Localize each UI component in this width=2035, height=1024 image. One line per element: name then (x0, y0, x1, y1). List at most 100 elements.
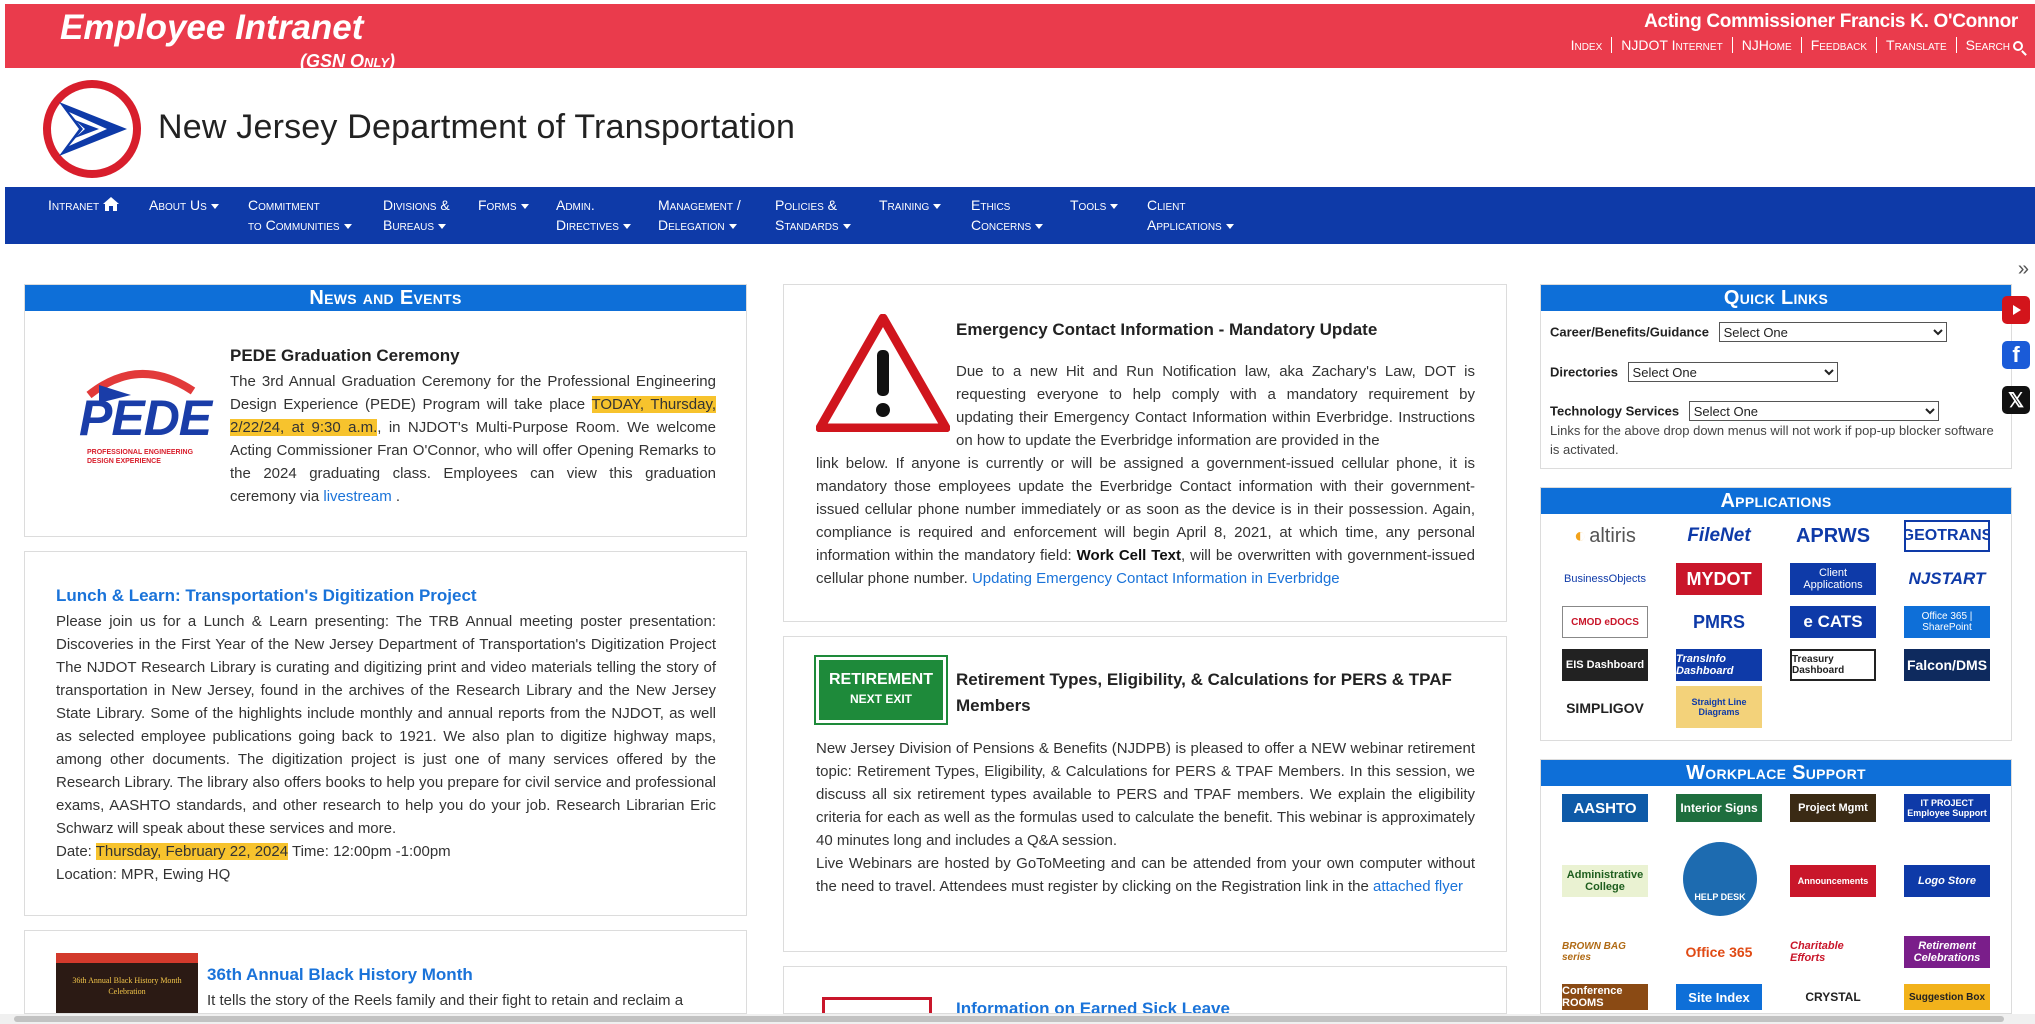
quick-links-panel: Quick Links Career/Benefits/Guidance Sel… (1540, 284, 2012, 469)
njhome-link[interactable]: NJHome (1733, 37, 1802, 53)
attached-flyer-link[interactable]: attached flyer (1373, 878, 1463, 895)
news-events-panel: News and Events PEDE PROFESSIONAL ENGINE… (24, 284, 747, 537)
index-link[interactable]: Index (1562, 37, 1613, 53)
nav-client-applications[interactable]: Client Applications (1147, 195, 1234, 235)
app-altiris[interactable]: ◐ altiris (1562, 520, 1648, 552)
sick-leave-title[interactable]: Information on Earned Sick Leave (956, 999, 1230, 1013)
tech-services-label: Technology Services (1550, 403, 1680, 419)
app-office365-sharepoint[interactable]: Office 365 | SharePoint (1904, 606, 1990, 638)
tech-services-row: Technology Services Select One (1550, 401, 1939, 421)
nav-commitment[interactable]: Commitment to Communities (248, 195, 352, 235)
ws-project-mgmt[interactable]: Project Mgmt (1790, 794, 1876, 822)
ws-administrative-college[interactable]: Administrative College (1562, 865, 1648, 897)
facebook-icon[interactable]: f (2002, 341, 2030, 369)
app-treasury-dashboard[interactable]: Treasury Dashboard (1790, 649, 1876, 681)
app-ecats[interactable]: e CATS (1790, 606, 1876, 638)
nav-about-us[interactable]: About Us (149, 195, 219, 215)
app-client-applications[interactable]: Client Applications (1790, 563, 1876, 595)
app-falcon-dms[interactable]: Falcon/DMS (1904, 649, 1990, 681)
nav-admin-directives[interactable]: Admin. Directives (556, 195, 631, 235)
pede-logo[interactable]: PEDE PROFESSIONAL ENGINEERING DESIGN EXP… (69, 355, 212, 470)
emergency-body: link below. If anyone is currently or wi… (816, 455, 1475, 587)
njdot-seal-logo[interactable] (43, 80, 141, 178)
scrollbar-thumb[interactable] (14, 1016, 2004, 1022)
black-history-title[interactable]: 36th Annual Black History Month (207, 965, 473, 985)
everbridge-link[interactable]: Updating Emergency Contact Information i… (972, 570, 1340, 587)
ws-charitable-efforts[interactable]: Charitable Efforts (1790, 936, 1876, 968)
intranet-brand[interactable]: Employee Intranet (60, 8, 363, 48)
ws-site-index[interactable]: Site Index (1676, 984, 1762, 1010)
applications-heading: Applications (1541, 488, 2011, 514)
chevron-down-icon (1035, 223, 1044, 229)
nav-divisions[interactable]: Divisions & Bureaus (383, 195, 450, 235)
career-select[interactable]: Select One (1718, 322, 1947, 342)
ws-office-365[interactable]: Office 365 (1676, 936, 1762, 968)
livestream-link[interactable]: livestream (323, 488, 391, 505)
njdot-internet-link[interactable]: NJDOT Internet (1612, 37, 1733, 53)
earned-sick-leave-panel: Information on Earned Sick Leave (783, 966, 1507, 1014)
app-aprws[interactable]: APRWS (1790, 520, 1876, 552)
app-njstart[interactable]: NJSTART (1904, 563, 1990, 595)
lunch-learn-body: Please join us for a Lunch & Learn prese… (56, 613, 716, 883)
nav-forms[interactable]: Forms (478, 195, 529, 215)
pede-title: PEDE Graduation Ceremony (230, 346, 460, 365)
chevron-down-icon (622, 223, 631, 229)
search-link[interactable]: Search (1957, 37, 2023, 53)
feedback-link[interactable]: Feedback (1802, 37, 1878, 53)
nav-policies-standards[interactable]: Policies & Standards (775, 195, 851, 235)
career-label: Career/Benefits/Guidance (1550, 324, 1709, 340)
nav-tools[interactable]: Tools (1070, 195, 1119, 215)
app-eis-dashboard[interactable]: EIS Dashboard (1562, 649, 1648, 681)
ws-it-project-support[interactable]: IT PROJECT Employee Support (1904, 794, 1990, 822)
nav-intranet[interactable]: Intranet (48, 195, 120, 215)
chevron-down-icon (343, 223, 352, 229)
lunch-learn-panel: Lunch & Learn: Transportation's Digitiza… (24, 551, 747, 916)
chevron-down-icon (933, 203, 942, 209)
ws-conference-rooms[interactable]: Conference ROOMS (1562, 984, 1648, 1010)
site-header: New Jersey Department of Transportation (5, 68, 2035, 186)
app-transinfo-dashboard[interactable]: TransInfo Dashboard (1676, 649, 1762, 681)
app-straight-line-diagrams[interactable]: Straight Line Diagrams (1676, 686, 1762, 728)
horizontal-scrollbar[interactable] (0, 1014, 2035, 1024)
ws-suggestion-box[interactable]: Suggestion Box (1904, 984, 1990, 1010)
pede-body: The 3rd Annual Graduation Ceremony for t… (230, 373, 716, 505)
ws-retirement-celebrations[interactable]: Retirement Celebrations (1904, 936, 1990, 968)
lunch-learn-title[interactable]: Lunch & Learn: Transportation's Digitiza… (56, 586, 477, 606)
directories-select[interactable]: Select One (1627, 362, 1838, 382)
app-filenet[interactable]: FileNet (1676, 520, 1762, 552)
ws-help-desk[interactable]: HELP DESK (1683, 842, 1757, 916)
app-cmod-edocs[interactable]: CMOD eDOCS (1562, 606, 1648, 638)
top-banner: Employee Intranet (GSN Only) Acting Comm… (5, 4, 2035, 71)
ws-brown-bag[interactable]: BROWN BAG series (1562, 936, 1648, 968)
app-business-objects[interactable]: BusinessObjects (1562, 563, 1648, 595)
ws-crystal[interactable]: CRYSTAL (1790, 984, 1876, 1010)
emergency-body-top: Due to a new Hit and Run Notification la… (956, 363, 1475, 449)
app-pmrs[interactable]: PMRS (1676, 606, 1762, 638)
tech-services-select[interactable]: Select One (1688, 401, 1939, 421)
nav-training[interactable]: Training (879, 195, 942, 215)
top-links: Index NJDOT Internet NJHome Feedback Tra… (1562, 37, 2023, 53)
social-toggle-icon[interactable]: » (2018, 258, 2029, 281)
nav-management-delegation[interactable]: Management / Delegation (658, 195, 741, 235)
directories-row: Directories Select One (1550, 362, 1838, 382)
applications-panel: Applications ◐ altiris FileNet APRWS GEOT… (1540, 487, 2012, 741)
black-history-body: It tells the story of the Reels family a… (207, 992, 684, 1009)
pede-logo-subtitle: PROFESSIONAL ENGINEERING DESIGN EXPERIEN… (87, 449, 194, 465)
ws-logo-store[interactable]: Logo Store (1904, 865, 1990, 897)
app-geotrans[interactable]: GEOTRANS (1904, 520, 1990, 552)
translate-link[interactable]: Translate (1877, 37, 1957, 53)
quick-links-heading: Quick Links (1541, 285, 2011, 311)
black-history-panel: 36th Annual Black History Month Celebrat… (24, 930, 747, 1014)
app-simpligov[interactable]: SIMPLIGOV (1562, 692, 1648, 724)
retirement-panel: RETIREMENT NEXT EXIT Retirement Types, E… (783, 636, 1507, 952)
app-mydot[interactable]: MYDOT (1676, 563, 1762, 595)
nav-ethics-concerns[interactable]: Ethics Concerns (971, 195, 1044, 235)
chevron-down-icon (210, 203, 219, 209)
ws-aashto[interactable]: AASHTO (1562, 794, 1648, 822)
black-history-thumbnail[interactable]: 36th Annual Black History Month Celebrat… (56, 953, 198, 1013)
ws-announcements[interactable]: Announcements (1790, 865, 1876, 897)
ws-interior-signs[interactable]: Interior Signs (1676, 794, 1762, 822)
youtube-icon[interactable] (2002, 296, 2030, 324)
black-history-thumbnail-text: 36th Annual Black History Month Celebrat… (72, 976, 182, 996)
x-icon[interactable]: 𝕏 (2002, 386, 2030, 414)
